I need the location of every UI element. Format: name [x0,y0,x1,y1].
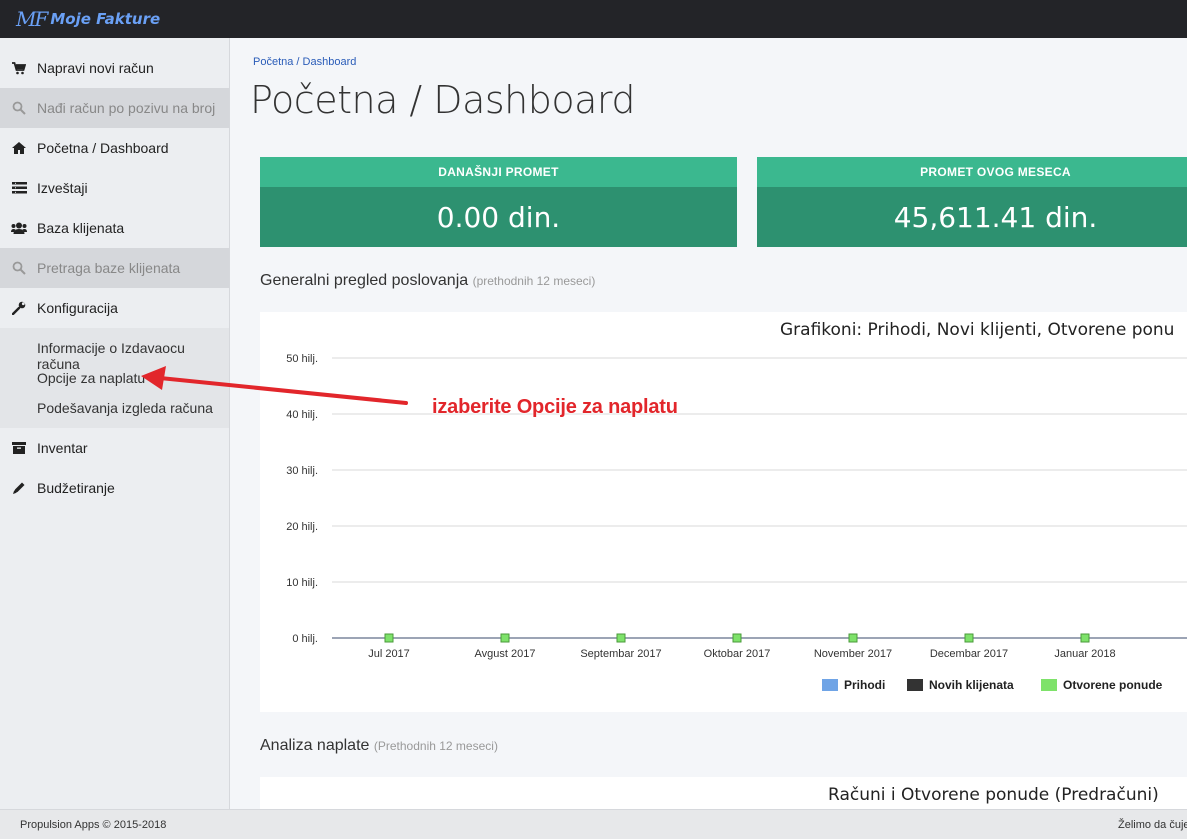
submenu-item-payment-options[interactable]: Opcije za naplatu [37,370,145,386]
archive-icon [10,442,28,454]
breadcrumb[interactable]: Početna / Dashboard [253,56,356,68]
overview-chart: Grafikoni: Prihodi, Novi klijenti, Otvor… [260,312,1187,712]
stat-label: DANAŠNJI PROMET [260,157,737,187]
footer-feedback-link[interactable]: Želimo da čujemo [1118,819,1187,831]
search-icon [10,261,28,275]
x-tick-label: November 2017 [814,648,892,660]
sidebar-item-label: Izveštaji [37,180,88,196]
x-tick-label: Oktobar 2017 [704,648,771,660]
stat-label: PROMET OVOG MESECA [757,157,1187,187]
y-tick-label: 30 hilj. [286,465,318,477]
sidebar-item-find-invoice[interactable]: Nađi račun po pozivu na broj [0,88,229,128]
data-point [1080,633,1090,643]
data-point [616,633,626,643]
y-tick-label: 0 hilj. [292,633,318,645]
page-title: Početna / Dashboard [250,78,635,122]
search-icon [10,101,28,115]
y-tick-label: 10 hilj. [286,577,318,589]
data-point [848,633,858,643]
sidebar-item-inventory[interactable]: Inventar [0,428,229,468]
y-tick-label: 50 hilj. [286,353,318,365]
legend-label: Prihodi [844,678,886,692]
legend-item-otvorene-ponude[interactable]: Otvorene ponude [1041,678,1162,692]
main-content: Početna / Dashboard Početna / Dashboard … [230,38,1187,809]
x-tick-label: Januar 2018 [1054,648,1115,660]
sidebar-item-configuration[interactable]: Konfiguracija [0,288,229,328]
users-icon [10,222,28,234]
app-name: Moje Fakture [50,10,161,28]
overview-section-title: Generalni pregled poslovanja (prethodnih… [260,272,595,290]
data-point [384,633,394,643]
sidebar-item-label: Nađi račun po pozivu na broj [37,100,216,116]
stat-month-revenue: PROMET OVOG MESECA 45,611.41 din. [757,157,1187,247]
sidebar-item-clients[interactable]: Baza klijenata [0,208,229,248]
top-bar: MF Moje Fakture [0,0,1187,38]
sidebar-item-label: Početna / Dashboard [37,140,169,156]
stat-today-revenue: DANAŠNJI PROMET 0.00 din. [260,157,737,247]
payments-title: Analiza naplate [260,737,370,754]
payments-section-title: Analiza naplate (Prethodnih 12 meseci) [260,737,498,755]
legend-item-prihodi[interactable]: Prihodi [822,678,885,692]
footer-copyright: Propulsion Apps © 2015-2018 [20,819,167,831]
configuration-submenu: Informacije o Izdavaocu računa Opcije za… [0,328,229,428]
x-tick-label: Septembar 2017 [580,648,661,660]
x-tick-label: Jul 2017 [368,648,410,660]
legend-item-novih-klijenata[interactable]: Novih klijenata [907,678,1014,692]
logo-mark: MF [16,7,48,31]
home-icon [10,142,28,154]
legend-swatch [1041,679,1057,691]
sidebar-item-dashboard[interactable]: Početna / Dashboard [0,128,229,168]
x-tick-label: Decembar 2017 [930,648,1008,660]
stat-value: 45,611.41 din. [757,187,1187,247]
payments-note: (Prethodnih 12 meseci) [373,739,498,753]
sidebar-item-label: Pretraga baze klijenata [37,260,181,276]
wrench-icon [10,301,28,315]
legend-label: Otvorene ponude [1063,678,1163,692]
legend-label: Novih klijenata [929,678,1014,692]
submenu-item-invoice-appearance[interactable]: Podešavanja izgleda računa [37,400,213,416]
chart-title: Računi i Otvorene ponude (Predračuni) [828,785,1159,805]
sidebar-item-label: Konfiguracija [37,300,118,316]
legend-swatch [907,679,923,691]
sidebar-item-label: Napravi novi račun [37,60,154,76]
list-icon [10,182,28,194]
chart-plot: 0 hilj. 10 hilj. 20 hilj. 30 hilj. 40 hilj. 5… [286,353,1187,660]
legend-swatch [822,679,838,691]
app-logo[interactable]: MF Moje Fakture [16,4,160,34]
sidebar-item-label: Baza klijenata [37,220,125,236]
sidebar-item-reports[interactable]: Izveštaji [0,168,229,208]
payments-chart: Računi i Otvorene ponude (Predračuni) [260,777,1187,809]
overview-note: (prethodnih 12 meseci) [472,274,596,288]
sidebar: Napravi novi račun Nađi račun po pozivu … [0,38,230,809]
pencil-icon [10,481,28,495]
cart-icon [10,61,28,75]
sidebar-item-label: Budžetiranje [37,480,115,496]
sidebar-item-budgeting[interactable]: Budžetiranje [0,468,229,508]
data-point [500,633,510,643]
footer: Propulsion Apps © 2015-2018 Želimo da ču… [0,809,1187,839]
data-point [964,633,974,643]
annotation-text: izaberite Opcije za naplatu [432,396,678,418]
data-point [732,633,742,643]
submenu-item-issuer-info[interactable]: Informacije o Izdavaocu računa [37,340,229,372]
overview-title: Generalni pregled poslovanja [260,272,469,289]
y-tick-label: 20 hilj. [286,521,318,533]
y-tick-label: 40 hilj. [286,409,318,421]
x-tick-label: Avgust 2017 [475,648,536,660]
sidebar-item-client-search[interactable]: Pretraga baze klijenata [0,248,229,288]
sidebar-item-new-invoice[interactable]: Napravi novi račun [0,48,229,88]
sidebar-item-label: Inventar [37,440,88,456]
stat-value: 0.00 din. [260,187,737,247]
